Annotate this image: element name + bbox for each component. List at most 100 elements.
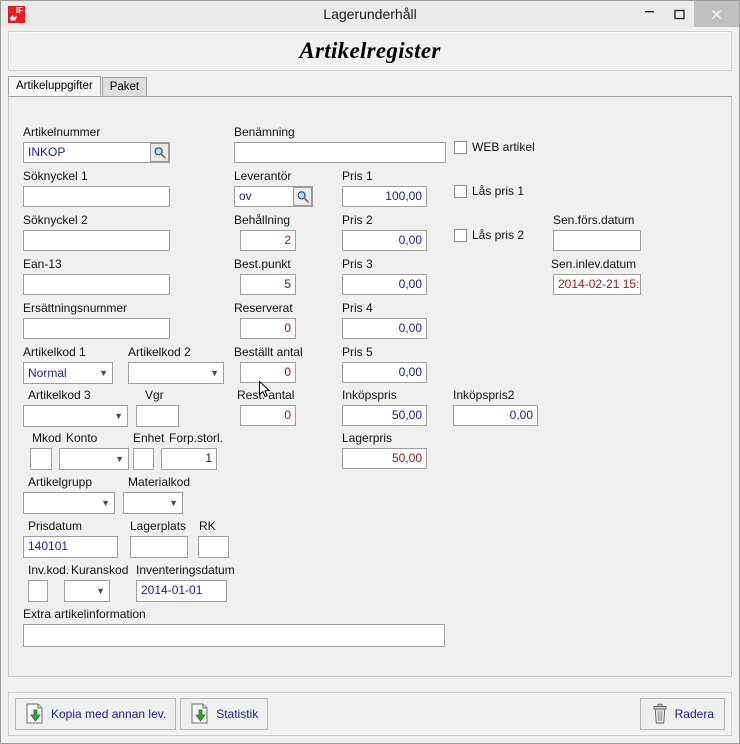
tab-paket[interactable]: Paket: [101, 77, 148, 96]
behallning-input[interactable]: 2: [240, 230, 296, 251]
web-artikel-checkbox[interactable]: WEB artikel: [454, 140, 535, 154]
label-pris1: Pris 1: [342, 169, 373, 183]
inventeringsdatum-input[interactable]: 2014-01-01: [136, 580, 227, 602]
label-konto: Konto: [66, 431, 98, 445]
window-title: Lagerunderhåll: [323, 6, 417, 22]
label-artikelkod3: Artikelkod 3: [28, 388, 91, 402]
label-inkopspris: Inköpspris: [342, 388, 397, 402]
label-reserverat: Reserverat: [234, 301, 293, 315]
artikelkod1-value: Normal: [28, 366, 67, 380]
trash-icon: [651, 703, 669, 725]
pris4-input[interactable]: 0,00: [342, 318, 427, 339]
maximize-button[interactable]: [664, 1, 694, 27]
pris3-input[interactable]: 0,00: [342, 274, 427, 295]
minimize-button[interactable]: [634, 1, 664, 27]
chevron-down-icon: ▼: [96, 586, 105, 596]
kopia-med-annan-lev-label: Kopia med annan lev.: [51, 707, 167, 721]
label-pris5: Pris 5: [342, 345, 373, 359]
chevron-down-icon: ▼: [99, 368, 108, 378]
radera-button[interactable]: Radera: [639, 698, 725, 730]
materialkod-select[interactable]: ▼: [123, 492, 183, 514]
label-artikelkod2: Artikelkod 2: [128, 345, 191, 359]
chevron-down-icon: ▼: [114, 411, 123, 421]
tab-strip: Artikeluppgifter Paket: [8, 76, 732, 97]
soknyckel2-input[interactable]: [23, 230, 170, 251]
label-enhet: Enhet: [133, 431, 165, 445]
reserverat-input[interactable]: 0: [240, 318, 296, 339]
label-ersattningsnummer: Ersättningsnummer: [23, 301, 128, 315]
artikelnummer-input[interactable]: INKOP: [23, 142, 170, 163]
artikelkod3-select[interactable]: ▼: [23, 405, 128, 427]
radera-label: Radera: [674, 707, 714, 721]
label-soknyckel2: Söknyckel 2: [23, 213, 88, 227]
if-logo-icon: IF: [8, 5, 25, 23]
window-controls: [634, 1, 739, 27]
artikelkod2-select[interactable]: ▼: [128, 362, 224, 384]
label-lagerplats: Lagerplats: [130, 519, 187, 533]
sen-fors-datum-input[interactable]: [553, 230, 641, 251]
copy-document-icon: [25, 703, 45, 725]
artikelnummer-search-icon[interactable]: [150, 143, 169, 162]
invkod-input[interactable]: [28, 580, 48, 602]
bestallt-antal-input[interactable]: 0: [240, 362, 296, 383]
prisdatum-input[interactable]: 140101: [23, 536, 118, 558]
label-mkod: Mkod: [32, 431, 62, 445]
artikelkod1-select[interactable]: Normal ▼: [23, 362, 113, 384]
inkopspris-input[interactable]: 50,00: [342, 405, 427, 426]
vgr-input[interactable]: [136, 405, 179, 427]
forpstorl-input[interactable]: 1: [161, 448, 217, 470]
label-prisdatum: Prisdatum: [28, 519, 83, 533]
bestpunkt-input[interactable]: 5: [240, 274, 296, 295]
rk-input[interactable]: [198, 536, 229, 558]
pris5-input[interactable]: 0,00: [342, 362, 427, 383]
page-title: Artikelregister: [299, 38, 441, 63]
label-inkopspris2: Inköpspris2: [453, 388, 515, 402]
label-pris4: Pris 4: [342, 301, 373, 315]
las-pris2-label: Lås pris 2: [472, 228, 525, 242]
label-vgr: Vgr: [145, 388, 164, 402]
label-artikelgrupp: Artikelgrupp: [28, 475, 93, 489]
rest-antal-input[interactable]: 0: [240, 405, 296, 426]
konto-select[interactable]: ▼: [59, 448, 129, 470]
header-band: Artikelregister: [8, 31, 732, 71]
las-pris2-checkbox[interactable]: Lås pris 2: [454, 228, 524, 242]
label-behallning: Behållning: [234, 213, 291, 227]
statistik-button[interactable]: Statistik: [180, 698, 269, 730]
label-pris2: Pris 2: [342, 213, 373, 227]
title-bar: IF Lagerunderhåll: [1, 1, 739, 27]
kopia-med-annan-lev-button[interactable]: Kopia med annan lev.: [15, 698, 177, 730]
ean13-input[interactable]: [23, 274, 170, 295]
label-rk: RK: [199, 519, 216, 533]
pris1-input[interactable]: 100,00: [342, 186, 427, 207]
tab-artikeluppgifter[interactable]: Artikeluppgifter: [8, 76, 101, 96]
extra-artikelinformation-input[interactable]: [23, 624, 445, 647]
lagerpris-input[interactable]: 50,00: [342, 448, 427, 469]
enhet-input[interactable]: [133, 448, 154, 470]
chevron-down-icon: ▼: [115, 454, 124, 464]
kuranskod-select[interactable]: ▼: [64, 580, 110, 602]
label-lagerpris: Lagerpris: [342, 431, 393, 445]
inkopspris2-input[interactable]: 0,00: [453, 405, 538, 426]
label-bestallt-antal: Beställt antal: [234, 345, 303, 359]
soknyckel1-input[interactable]: [23, 186, 170, 207]
label-soknyckel1: Söknyckel 1: [23, 169, 88, 183]
las-pris1-checkbox[interactable]: Lås pris 1: [454, 184, 524, 198]
ersattningsnummer-input[interactable]: [23, 318, 170, 339]
artikelgrupp-select[interactable]: ▼: [23, 492, 115, 514]
lagerplats-input[interactable]: [130, 536, 188, 558]
label-ean13: Ean-13: [23, 257, 62, 271]
mkod-input[interactable]: [30, 448, 52, 470]
label-sen-fors-datum: Sen.förs.datum: [553, 213, 635, 227]
chevron-down-icon: ▼: [210, 368, 219, 378]
label-materialkod: Materialkod: [128, 475, 191, 489]
leverantor-search-icon[interactable]: [293, 187, 312, 206]
sen-inlev-datum-input[interactable]: 2014-02-21 15::: [553, 274, 641, 295]
close-button[interactable]: [694, 1, 739, 27]
las-pris1-label: Lås pris 1: [472, 184, 525, 198]
chevron-down-icon: ▼: [101, 498, 110, 508]
checkbox-box: [454, 228, 467, 242]
label-pris3: Pris 3: [342, 257, 373, 271]
pris2-input[interactable]: 0,00: [342, 230, 427, 251]
label-extra-artikelinformation: Extra artikelinformation: [23, 607, 146, 621]
benamning-input[interactable]: [234, 142, 446, 163]
